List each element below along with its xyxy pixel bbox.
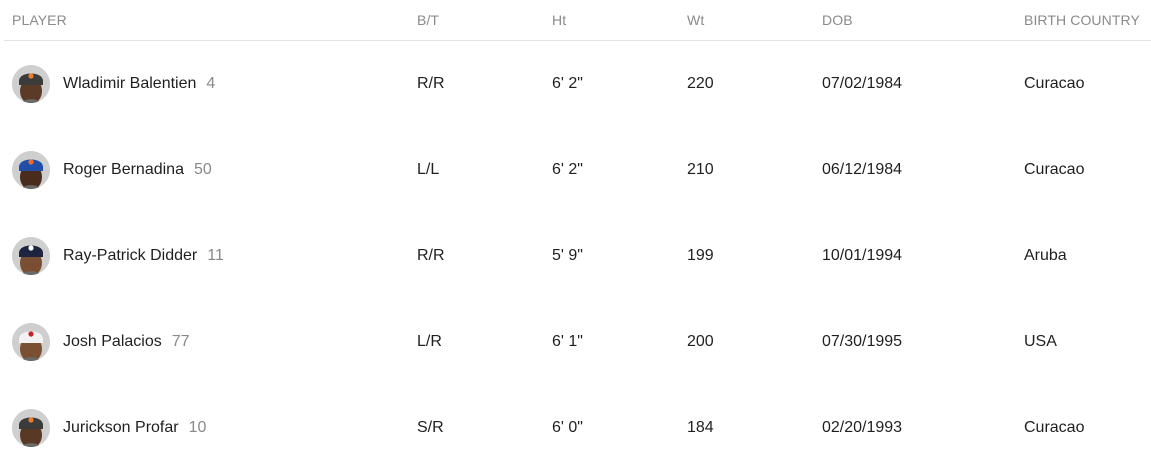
weight: 210 [687,161,714,178]
avatar[interactable] [12,409,50,447]
player-cell: Josh Palacios 77 [12,323,190,361]
table-row: Josh Palacios 77 L/R 6' 1" 200 07/30/199… [4,299,1151,385]
player-cell: Jurickson Profar 10 [12,409,206,447]
bats-throws: S/R [417,419,444,436]
roster-table: PLAYER B/T Ht Wt DOB BIRTH COUNTRY Wladi… [4,0,1151,471]
player-name[interactable]: Josh Palacios [63,333,162,351]
white-cap-icon [12,323,50,361]
bats-throws: L/R [417,333,442,350]
jersey-number: 77 [171,333,190,350]
birth-country: Aruba [1024,247,1067,264]
player-name[interactable]: Ray-Patrick Didder [63,247,197,265]
avatar[interactable] [12,323,50,361]
weight: 200 [687,333,714,350]
table-row: Roger Bernadina 50 L/L 6' 2" 210 06/12/1… [4,127,1151,213]
jersey-number: 10 [188,419,207,436]
weight: 220 [687,75,714,92]
player-name[interactable]: Roger Bernadina [63,161,184,179]
bats-throws: L/L [417,161,440,178]
table-row: Ray-Patrick Didder 11 R/R 5' 9" 199 10/0… [4,213,1151,299]
avatar[interactable] [12,151,50,189]
header-weight[interactable]: Wt [687,12,704,28]
player-name[interactable]: Wladimir Balentien [63,75,196,93]
birth-country: Curacao [1024,161,1085,178]
table-row: Wladimir Balentien 4 R/R 6' 2" 220 07/02… [4,41,1151,127]
avatar[interactable] [12,65,50,103]
player-name[interactable]: Jurickson Profar [63,419,179,437]
weight: 199 [687,247,714,264]
avatar[interactable] [12,237,50,275]
orange-cap-icon [12,409,50,447]
height: 6' 2" [552,75,583,92]
date-of-birth: 06/12/1984 [822,161,903,178]
height: 6' 2" [552,161,583,178]
height: 5' 9" [552,247,583,264]
birth-country: Curacao [1024,419,1085,436]
date-of-birth: 02/20/1993 [822,419,903,436]
birth-country: Curacao [1024,75,1085,92]
bats-throws: R/R [417,75,445,92]
height: 6' 1" [552,333,583,350]
height: 6' 0" [552,419,583,436]
header-birth-country[interactable]: BIRTH COUNTRY [1024,12,1140,28]
player-cell: Ray-Patrick Didder 11 [12,237,224,275]
jersey-number: 4 [206,75,216,92]
jersey-number: 11 [207,247,224,264]
player-cell: Roger Bernadina 50 [12,151,212,189]
table-header: PLAYER B/T Ht Wt DOB BIRTH COUNTRY [4,0,1151,41]
table-body: Wladimir Balentien 4 R/R 6' 2" 220 07/02… [4,41,1151,471]
date-of-birth: 10/01/1994 [822,247,903,264]
player-wrap: Ray-Patrick Didder 11 [12,237,224,275]
blue-cap-icon [12,151,50,189]
date-of-birth: 07/02/1984 [822,75,903,92]
navy-cap-icon [12,237,50,275]
jersey-number: 50 [193,161,212,178]
header-player[interactable]: PLAYER [12,12,67,28]
player-wrap: Roger Bernadina 50 [12,151,212,189]
player-wrap: Jurickson Profar 10 [12,409,206,447]
weight: 184 [687,419,714,436]
orange-cap-icon [12,65,50,103]
header-bats-throws[interactable]: B/T [417,12,439,28]
header-height[interactable]: Ht [552,12,566,28]
table-row: Jurickson Profar 10 S/R 6' 0" 184 02/20/… [4,385,1151,471]
bats-throws: R/R [417,247,445,264]
date-of-birth: 07/30/1995 [822,333,903,350]
player-wrap: Wladimir Balentien 4 [12,65,215,103]
header-dob[interactable]: DOB [822,12,853,28]
player-wrap: Josh Palacios 77 [12,323,190,361]
player-cell: Wladimir Balentien 4 [12,65,215,103]
birth-country: USA [1024,333,1057,350]
